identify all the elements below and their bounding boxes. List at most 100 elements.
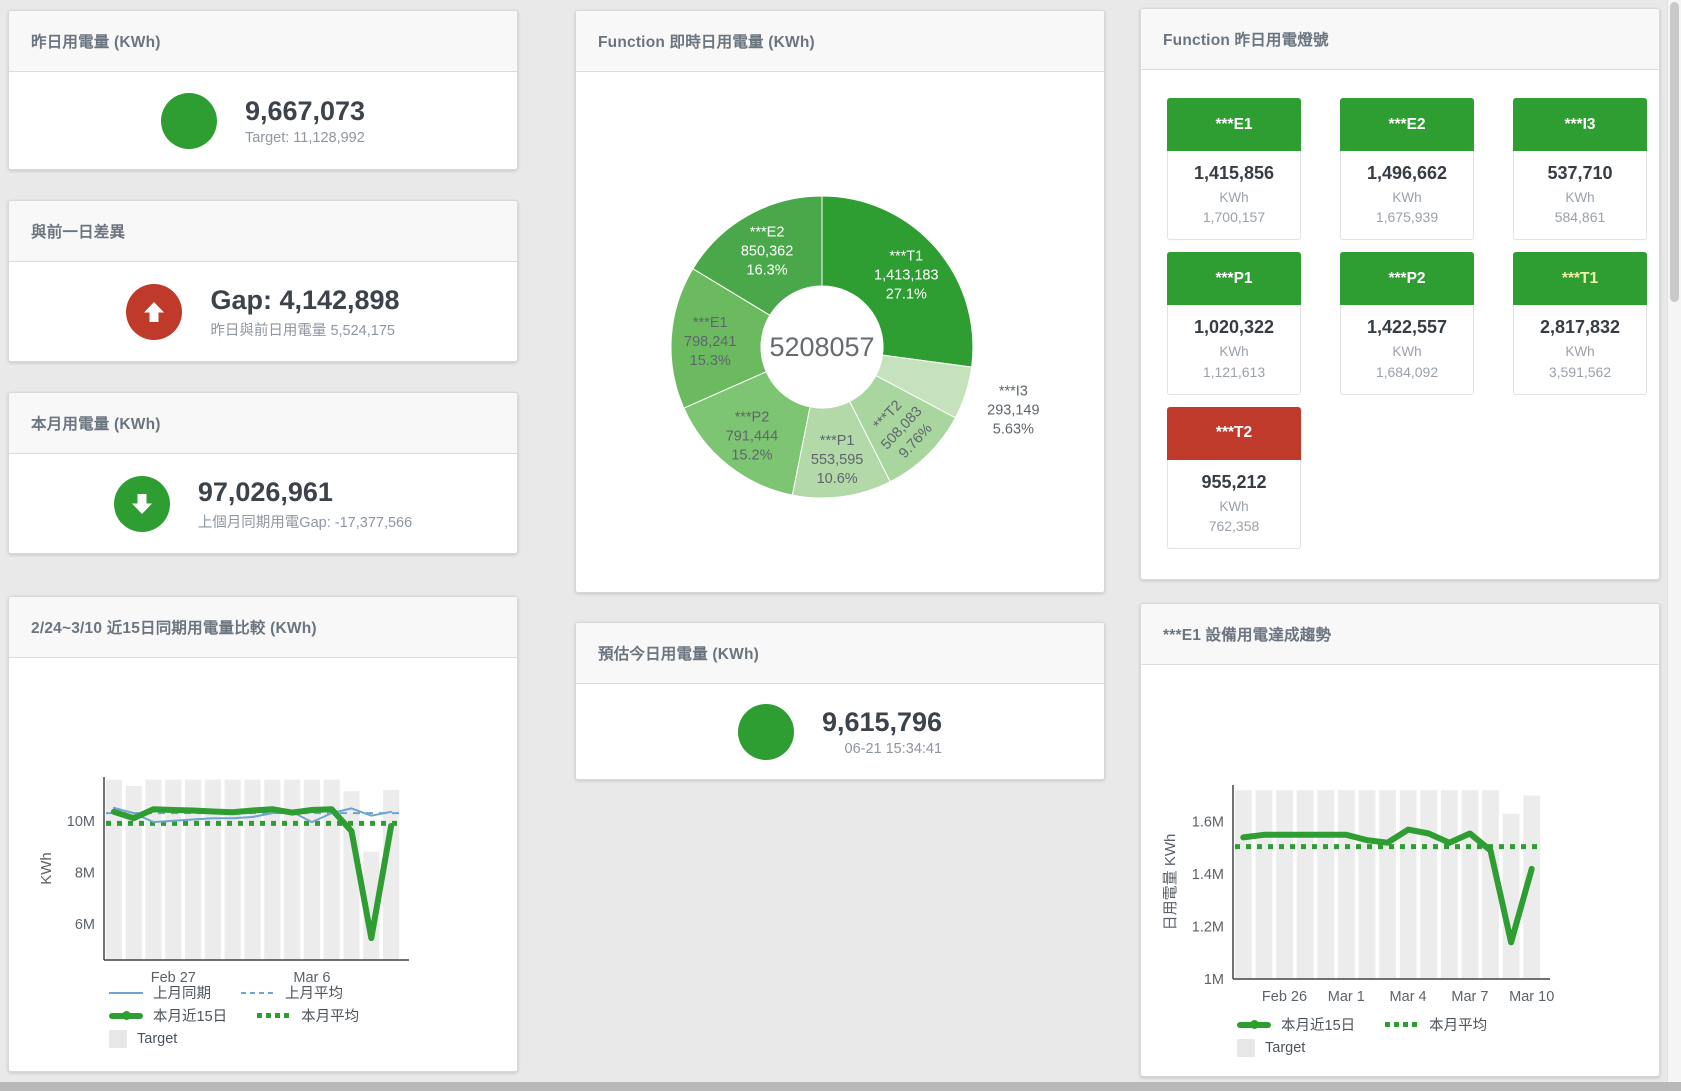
- status-tiles-grid: ***E11,415,856KWh1,700,157 ***E21,496,662…: [1167, 98, 1647, 549]
- tile-body: 1,020,322KWh1,121,613: [1167, 305, 1301, 394]
- kpi-timestamp: 06-21 15:34:41: [822, 741, 942, 757]
- legend-swatch-gray-box: [1237, 1039, 1255, 1057]
- legend-label: 本月近15日: [153, 1005, 227, 1026]
- tile-name: ***E1: [1167, 98, 1301, 151]
- legend-item[interactable]: 上月同期: [109, 982, 211, 1003]
- target-bar: [205, 780, 221, 960]
- vertical-scrollbar-track[interactable]: [1667, 0, 1681, 1091]
- kpi-text: 97,026,961 上個月同期用電Gap: -17,377,566: [198, 477, 412, 532]
- tile-value: 1,415,856: [1168, 160, 1300, 188]
- y-tick-label: 6M: [75, 917, 95, 933]
- target-bar: [1503, 814, 1520, 979]
- tile-body: 1,496,662KWh1,675,939: [1340, 151, 1474, 240]
- status-circle-green: [738, 704, 794, 760]
- kpi-body: 9,667,073 Target: 11,128,992: [9, 72, 517, 170]
- tile-name: ***I3: [1513, 98, 1647, 151]
- tile-body: 955,212KWh762,358: [1167, 460, 1301, 549]
- y-tick-label: 1.4M: [1192, 867, 1224, 883]
- y-tick-label: 1.2M: [1192, 920, 1224, 936]
- tile-name: ***E2: [1340, 98, 1474, 151]
- target-bar: [304, 780, 320, 960]
- legend-item[interactable]: Target: [109, 1030, 177, 1048]
- status-tile-E2: ***E21,496,662KWh1,675,939: [1340, 98, 1474, 240]
- target-bar: [1359, 790, 1376, 979]
- kpi-subtext: Target: 11,128,992: [245, 130, 365, 146]
- x-tick-label: Mar 7: [1451, 989, 1488, 1005]
- y-tick-label: 8M: [75, 865, 95, 881]
- panel-realtime-donut: Function 即時日用電量 (KWh) 5208057 ***T11,413…: [575, 10, 1105, 593]
- target-bar: [165, 780, 181, 960]
- target-bar: [1338, 790, 1355, 979]
- panel-title: Function 昨日用電燈號: [1163, 28, 1329, 50]
- tile-body: 1,415,856KWh1,700,157: [1167, 151, 1301, 240]
- tile-name: ***P2: [1340, 252, 1474, 305]
- legend-item[interactable]: Target: [1237, 1039, 1305, 1057]
- target-bar: [1297, 790, 1314, 979]
- panel-header: Function 即時日用電量 (KWh): [576, 11, 1104, 72]
- target-bar: [1400, 790, 1417, 979]
- x-tick-label: Mar 1: [1328, 989, 1365, 1005]
- panel-header: ***E1 設備用電達成趨勢: [1141, 604, 1659, 665]
- tile-target: 3,591,562: [1514, 362, 1646, 383]
- status-tile-T1: ***T12,817,832KWh3,591,562: [1513, 252, 1647, 394]
- x-tick-label: Feb 26: [1262, 989, 1307, 1005]
- status-circle-green: [161, 93, 217, 149]
- compare-chart-legend: 上月同期 上月平均本月近15日 本月平均 Target: [109, 981, 389, 1050]
- panel-header: 與前一日差異: [9, 201, 517, 262]
- y-tick-label: 1M: [1204, 972, 1224, 988]
- kpi-text: Gap: 4,142,898 昨日與前日用電量 5,524,175: [210, 285, 399, 340]
- tile-value: 537,710: [1514, 160, 1646, 188]
- tile-unit: KWh: [1341, 188, 1473, 208]
- status-tile-I3: ***I3537,710KWh584,861: [1513, 98, 1647, 240]
- legend-item[interactable]: 上月平均: [241, 982, 343, 1003]
- tile-unit: KWh: [1514, 188, 1646, 208]
- legend-item[interactable]: 本月平均: [1385, 1014, 1487, 1035]
- y-tick-label: 1.6M: [1192, 815, 1224, 831]
- status-tile-P2: ***P21,422,557KWh1,684,092: [1340, 252, 1474, 394]
- legend-item[interactable]: 本月近15日: [109, 1005, 227, 1026]
- arrow-up-icon: [141, 299, 167, 325]
- legend-swatch-green-thick: [109, 1013, 143, 1019]
- panel-header: 2/24~3/10 近15日同期用電量比較 (KWh): [9, 597, 517, 658]
- target-bar: [1441, 790, 1458, 979]
- tile-name: ***P1: [1167, 252, 1301, 305]
- tile-target: 1,684,092: [1341, 362, 1473, 383]
- panel-gap-previous-day: 與前一日差異 Gap: 4,142,898 昨日與前日用電量 5,524,175: [8, 200, 518, 362]
- legend-label: Target: [1265, 1040, 1305, 1056]
- kpi-text: 9,667,073 Target: 11,128,992: [245, 96, 365, 146]
- kpi-text: 9,615,796 06-21 15:34:41: [822, 707, 942, 757]
- donut-slice-label: ***I3293,1495.63%: [987, 383, 1039, 437]
- status-tile-E1: ***E11,415,856KWh1,700,157: [1167, 98, 1301, 240]
- legend-label: 本月平均: [1429, 1014, 1487, 1035]
- target-bar: [225, 780, 241, 960]
- donut-center-total: 5208057: [769, 332, 874, 362]
- legend-row: 本月近15日 本月平均: [109, 1004, 389, 1027]
- panel-yesterday-status-tiles: Function 昨日用電燈號 ***E11,415,856KWh1,700,1…: [1140, 8, 1660, 580]
- tile-value: 1,020,322: [1168, 314, 1300, 342]
- target-bar: [1317, 790, 1334, 979]
- panel-title: ***E1 設備用電達成趨勢: [1163, 623, 1331, 645]
- tile-value: 955,212: [1168, 469, 1300, 497]
- tile-value: 2,817,832: [1514, 314, 1646, 342]
- vertical-scrollbar-thumb[interactable]: [1670, 2, 1679, 302]
- legend-item[interactable]: 本月近15日: [1237, 1014, 1355, 1035]
- status-circle-green: [114, 476, 170, 532]
- target-bar: [284, 780, 300, 960]
- x-tick-label: Mar 10: [1509, 989, 1554, 1005]
- legend-swatch-blue-dash: [241, 992, 275, 994]
- kpi-body: 97,026,961 上個月同期用電Gap: -17,377,566: [9, 454, 517, 554]
- legend-label: 本月近15日: [1281, 1014, 1355, 1035]
- legend-label: 上月同期: [153, 982, 211, 1003]
- legend-item[interactable]: 本月平均: [257, 1005, 359, 1026]
- tile-unit: KWh: [1168, 497, 1300, 517]
- e1-trend-legend: 本月近15日 本月平均 Target: [1237, 1013, 1517, 1059]
- target-bar: [1379, 790, 1396, 979]
- panel-title: 本月用電量 (KWh): [31, 412, 161, 434]
- legend-row: 本月近15日 本月平均: [1237, 1013, 1517, 1036]
- legend-label: 本月平均: [301, 1005, 359, 1026]
- panel-title: 預估今日用電量 (KWh): [598, 642, 759, 664]
- arrow-down-icon: [129, 491, 155, 517]
- target-bar: [244, 780, 260, 960]
- status-tile-P1: ***P11,020,322KWh1,121,613: [1167, 252, 1301, 394]
- legend-row: 上月同期 上月平均: [109, 981, 389, 1004]
